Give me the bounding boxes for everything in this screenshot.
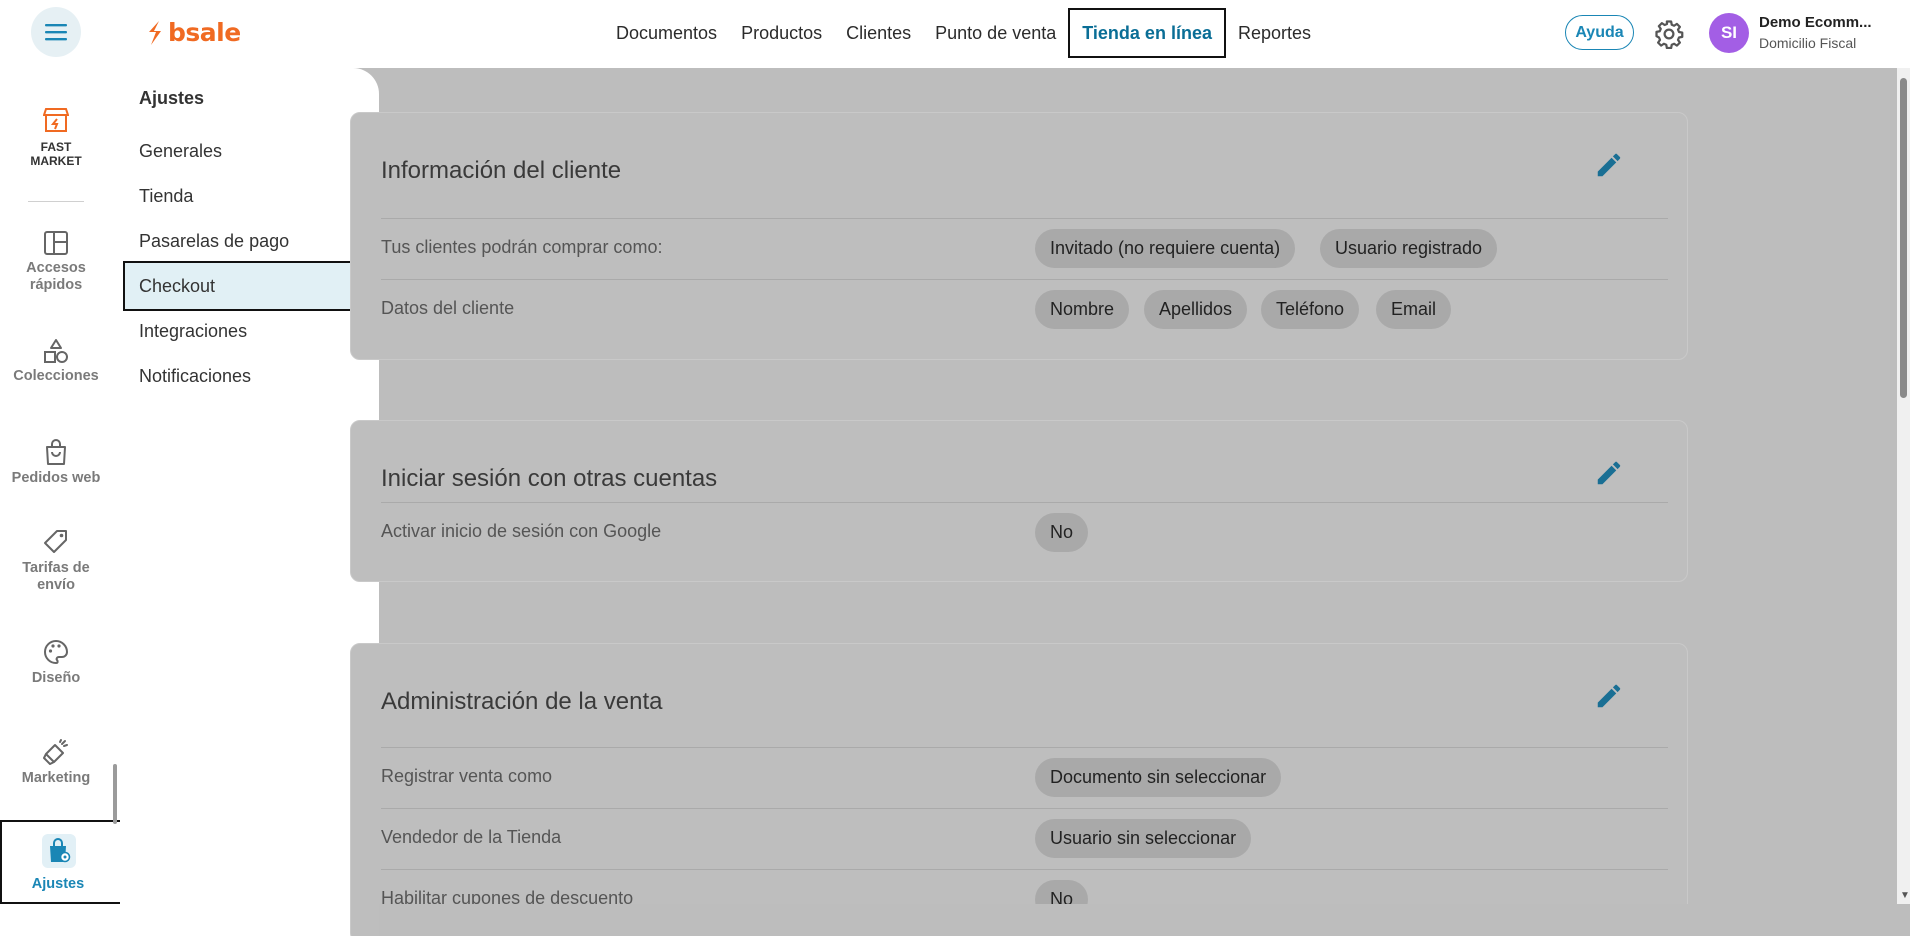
card-iniciar-sesion: Iniciar sesión con otras cuentas Activar…: [350, 420, 1688, 582]
rail-divider: [28, 201, 84, 202]
row-label: Activar inicio de sesión con Google: [381, 521, 662, 541]
submenu-item-integraciones[interactable]: Integraciones: [139, 321, 247, 342]
scrollbar-thumb[interactable]: [1900, 78, 1907, 398]
chip: Email: [1376, 290, 1452, 329]
row-label: Vendedor de la Tienda: [381, 827, 562, 847]
content-bottom: [379, 904, 1897, 936]
rail-item-marketing[interactable]: Marketing: [0, 738, 112, 787]
divider: [381, 869, 1668, 870]
submenu-item-checkout[interactable]: Checkout: [123, 261, 375, 311]
rail-item-colecciones[interactable]: Colecciones: [0, 338, 112, 385]
rail-label: Pedidos web: [11, 470, 101, 486]
left-rail: FAST MARKET Accesos rápidos Colecciones …: [0, 68, 124, 936]
store-switcher[interactable]: FAST MARKET: [0, 106, 112, 168]
nav-clientes[interactable]: Clientes: [834, 8, 923, 58]
settings-submenu: Ajustes Generales Tienda Pasarelas de pa…: [120, 68, 379, 936]
row-label: Tus clientes podrán comprar como:: [381, 237, 663, 257]
chip: Nombre: [1035, 290, 1130, 329]
user-location: Domicilio Fiscal: [1759, 35, 1857, 51]
scroll-down-arrow-icon[interactable]: ▼: [1900, 890, 1910, 901]
pencil-icon[interactable]: [1594, 150, 1624, 180]
store-name: FAST MARKET: [30, 140, 82, 168]
rail-label-active: Ajustes: [31, 876, 85, 892]
submenu-item-pasarelas-de-pago[interactable]: Pasarelas de pago: [139, 231, 289, 252]
bsale-logo-icon: [149, 20, 161, 45]
rail-label: Diseño: [31, 670, 81, 686]
page-scrollbar[interactable]: [1897, 68, 1910, 904]
row-label: Registrar venta como: [381, 766, 553, 786]
rail-label: Colecciones: [13, 368, 99, 384]
palette-icon: [44, 639, 69, 665]
submenu-item-notificaciones[interactable]: Notificaciones: [139, 366, 251, 387]
pencil-icon[interactable]: [1594, 458, 1624, 488]
chip: Documento sin seleccionar: [1035, 758, 1282, 797]
rail-label: Marketing: [21, 770, 91, 786]
chip: Teléfono: [1261, 290, 1360, 329]
row-label: Datos del cliente: [381, 298, 515, 318]
user-name[interactable]: Demo Ecomm...: [1759, 14, 1877, 31]
rail-item-tarifas-de-envio[interactable]: Tarifas de envío: [0, 528, 112, 594]
top-bar: bsale Documentos Productos Clientes Punt…: [0, 0, 1910, 68]
store-icon: [43, 108, 69, 132]
chip: Apellidos: [1144, 290, 1248, 329]
gear-icon[interactable]: [1654, 19, 1684, 49]
nav-reportes[interactable]: Reportes: [1226, 8, 1323, 58]
divider: [381, 747, 1668, 748]
rail-item-diseno[interactable]: Diseño: [0, 638, 112, 687]
rail-scrollbar[interactable]: [113, 764, 117, 824]
logo-text: bsale: [168, 18, 241, 47]
chip: Usuario sin seleccionar: [1035, 819, 1252, 858]
chip: Usuario registrado: [1320, 229, 1498, 268]
settings-bag-icon: [42, 834, 76, 868]
pencil-icon[interactable]: [1594, 681, 1624, 711]
rail-item-ajustes[interactable]: Ajustes: [0, 820, 124, 904]
card-title: Información del cliente: [381, 157, 622, 184]
hamburger-icon: [45, 24, 67, 41]
rail-item-accesos-rapidos[interactable]: Accesos rápidos: [0, 230, 112, 294]
chip: Invitado (no requiere cuenta): [1035, 229, 1296, 268]
menu-button[interactable]: [31, 7, 81, 57]
divider: [381, 218, 1668, 219]
divider: [381, 279, 1668, 280]
layout-icon: [44, 231, 68, 255]
nav-tienda-en-linea[interactable]: Tienda en línea: [1068, 8, 1226, 58]
megaphone-icon: [43, 739, 68, 765]
nav-documentos[interactable]: Documentos: [604, 8, 729, 58]
card-informacion-del-cliente: Información del cliente Tus clientes pod…: [350, 112, 1688, 360]
nav-productos[interactable]: Productos: [729, 8, 834, 58]
help-button[interactable]: Ayuda: [1565, 15, 1634, 50]
nav-punto-de-venta[interactable]: Punto de venta: [923, 8, 1068, 58]
card-title: Administración de la venta: [381, 688, 663, 715]
bsale-logo[interactable]: bsale: [146, 18, 241, 47]
submenu-item-tienda[interactable]: Tienda: [139, 186, 193, 207]
card-title: Iniciar sesión con otras cuentas: [381, 465, 718, 492]
avatar[interactable]: SI: [1709, 13, 1749, 53]
chip: No: [1035, 513, 1089, 552]
divider: [381, 502, 1668, 503]
tag-icon: [44, 530, 67, 553]
submenu-item-generales[interactable]: Generales: [139, 141, 222, 162]
divider: [381, 808, 1668, 809]
shapes-icon: [44, 339, 68, 363]
submenu-title: Ajustes: [139, 88, 205, 108]
rail-label: Accesos rápidos: [26, 260, 86, 293]
bag-icon: [46, 439, 66, 465]
submenu-item-label: Checkout: [139, 276, 216, 296]
rail-item-pedidos-web[interactable]: Pedidos web: [0, 438, 112, 487]
card-administracion-de-la-venta: Administración de la venta Registrar ven…: [350, 643, 1688, 936]
top-nav: Documentos Productos Clientes Punto de v…: [604, 8, 1323, 58]
rail-label: Tarifas de envío: [22, 560, 90, 593]
